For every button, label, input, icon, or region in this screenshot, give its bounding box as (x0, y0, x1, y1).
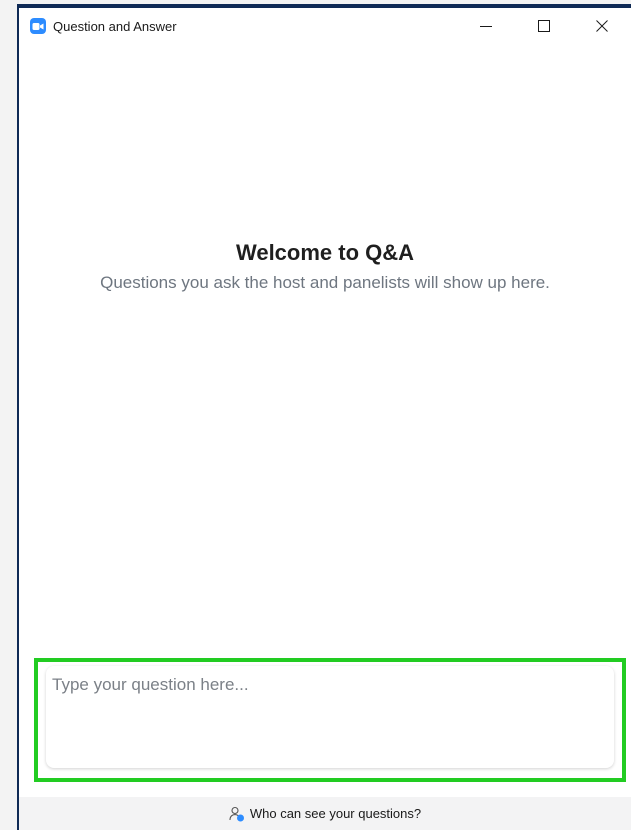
zoom-video-icon (30, 18, 46, 34)
welcome-title: Welcome to Q&A (235, 240, 415, 265)
welcome-subtitle: Questions you ask the host and panelists… (100, 273, 550, 292)
question-input-highlight (34, 658, 626, 782)
who-can-see-questions-label: Who can see your questions? (249, 806, 422, 821)
question-input[interactable] (46, 666, 614, 768)
question-input-box (46, 666, 614, 768)
close-icon (596, 20, 608, 32)
welcome-panel: Welcome to Q&A Questions you ask the hos… (19, 240, 631, 296)
minimize-icon (480, 20, 492, 32)
maximize-button[interactable] (515, 8, 573, 44)
window-controls (457, 8, 631, 44)
title-bar[interactable]: Question and Answer (19, 8, 631, 44)
person-info-icon (229, 806, 245, 822)
footer: Who can see your questions? (19, 797, 631, 830)
close-button[interactable] (573, 8, 631, 44)
stage: Question and Answer Welcome to Q&A Quest… (0, 0, 631, 830)
window-title: Question and Answer (53, 18, 177, 34)
minimize-button[interactable] (457, 8, 515, 44)
who-can-see-questions-link[interactable]: Who can see your questions? (229, 806, 421, 822)
maximize-icon (538, 20, 550, 32)
qa-window: Question and Answer Welcome to Q&A Quest… (19, 8, 631, 830)
